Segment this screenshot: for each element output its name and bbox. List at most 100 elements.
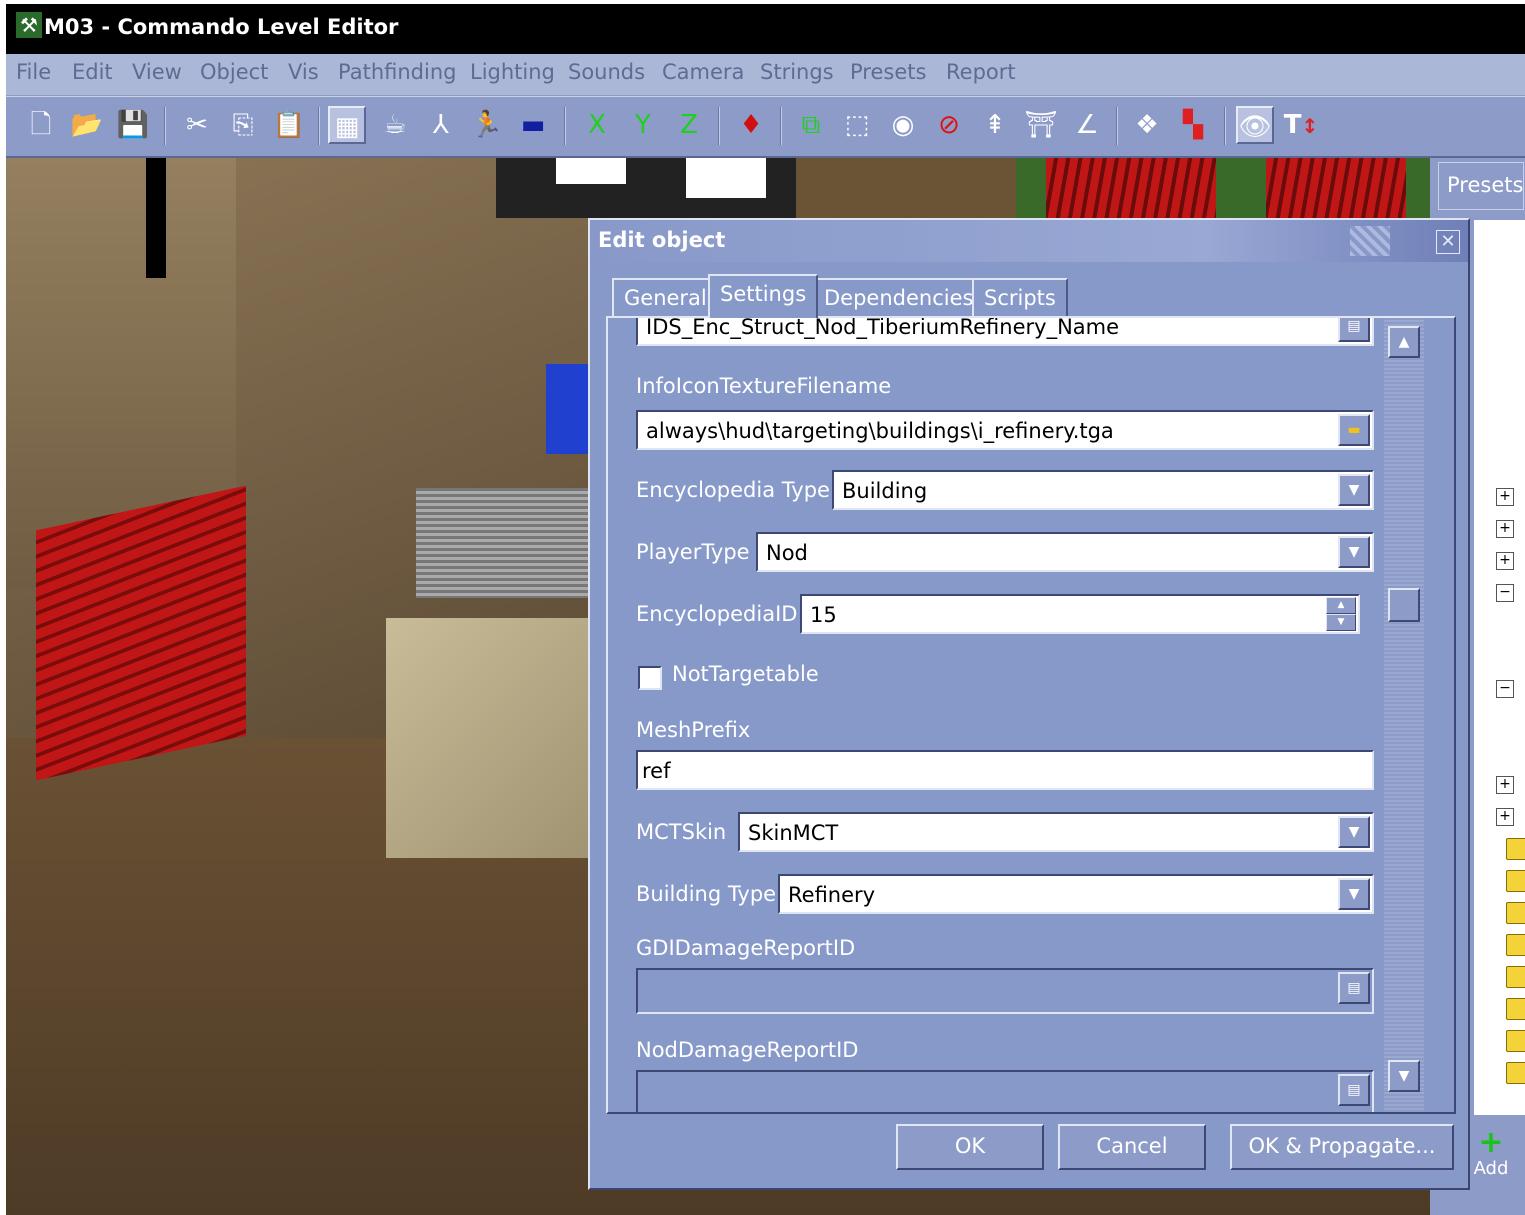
- walk-mode-icon[interactable]: 🏃: [468, 106, 506, 144]
- scroll-up-icon[interactable]: ▲: [1388, 326, 1420, 358]
- string-picker-icon[interactable]: ▤: [1338, 1074, 1370, 1106]
- menu-strings[interactable]: Strings: [760, 60, 834, 84]
- new-file-icon[interactable]: 🗋: [22, 106, 60, 144]
- folder-icon[interactable]: [1506, 870, 1525, 892]
- menu-edit[interactable]: Edit: [72, 60, 113, 84]
- player-type-select[interactable]: Nod ▼: [756, 532, 1374, 572]
- menu-file[interactable]: File: [16, 60, 51, 84]
- info-icon-field[interactable]: always\hud\targeting\buildings\i_refiner…: [636, 410, 1374, 450]
- folder-icon[interactable]: [1506, 1062, 1525, 1084]
- camera-eye-icon[interactable]: ◉: [884, 106, 922, 144]
- rgb-blocks-icon[interactable]: ▚: [1174, 106, 1212, 144]
- teapot-icon[interactable]: ☕: [376, 106, 414, 144]
- text-tool-icon[interactable]: T↕: [1282, 106, 1320, 144]
- tree-expand-icon[interactable]: +: [1496, 776, 1514, 794]
- tab-settings[interactable]: Settings: [708, 274, 819, 318]
- terrain-icon[interactable]: ▬: [514, 106, 552, 144]
- menu-pathfinding[interactable]: Pathfinding: [338, 60, 456, 84]
- green-cube-icon[interactable]: ⧉: [792, 106, 830, 144]
- chevron-down-icon[interactable]: ▼: [1338, 474, 1370, 506]
- scene-white-block: [686, 158, 766, 198]
- window-title: M03 - Commando Level Editor: [44, 15, 399, 39]
- dialog-title-bar[interactable]: Edit object: [590, 220, 1468, 262]
- y-axis-lock-icon[interactable]: Y: [624, 106, 662, 144]
- folder-icon[interactable]: [1506, 934, 1525, 956]
- ok-button[interactable]: OK: [896, 1124, 1044, 1170]
- encyclopedia-type-select[interactable]: Building ▼: [832, 470, 1374, 510]
- gdi-damage-field[interactable]: ▤: [636, 968, 1374, 1014]
- bridge-icon[interactable]: ⛩: [1022, 106, 1060, 144]
- drop-icon[interactable]: ♦: [732, 106, 770, 144]
- cut-icon[interactable]: ✂: [178, 106, 216, 144]
- menu-vis[interactable]: Vis: [288, 60, 319, 84]
- tree-expand-icon[interactable]: +: [1496, 520, 1514, 538]
- folder-browse-icon[interactable]: ▬: [1338, 414, 1370, 446]
- menu-report[interactable]: Report: [946, 60, 1016, 84]
- folder-icon[interactable]: [1506, 998, 1525, 1020]
- spin-down-icon[interactable]: ▼: [1326, 614, 1356, 631]
- z-axis-lock-icon[interactable]: Z: [670, 106, 708, 144]
- cancel-button[interactable]: Cancel: [1058, 1124, 1206, 1170]
- presets-tab[interactable]: Presets: [1438, 162, 1524, 210]
- info-icon-value: always\hud\targeting\buildings\i_refiner…: [646, 419, 1114, 443]
- wire-cube-icon[interactable]: ⬚: [838, 106, 876, 144]
- tree-expand-icon[interactable]: +: [1496, 488, 1514, 506]
- save-icon[interactable]: 💾: [114, 106, 152, 144]
- close-icon[interactable]: ✕: [1436, 230, 1460, 254]
- toolbar-separator: [780, 107, 782, 145]
- menu-view[interactable]: View: [132, 60, 182, 84]
- mct-skin-value: SkinMCT: [748, 821, 839, 845]
- no-entry-icon[interactable]: ⊘: [930, 106, 968, 144]
- string-picker-icon[interactable]: ▤: [1338, 318, 1370, 342]
- encyclopedia-id-spinner[interactable]: 15 ▲ ▼: [800, 594, 1360, 634]
- axis-gizmo-icon[interactable]: ⅄: [422, 106, 460, 144]
- nod-damage-field[interactable]: ▤: [636, 1070, 1374, 1112]
- colored-cubes-icon[interactable]: ❖: [1128, 106, 1166, 144]
- chevron-down-icon[interactable]: ▼: [1338, 878, 1370, 910]
- scroll-down-icon[interactable]: ▼: [1388, 1060, 1420, 1092]
- select-mode-icon[interactable]: ▦: [328, 106, 366, 144]
- toolbar-separator: [564, 107, 566, 145]
- tab-general[interactable]: General: [612, 278, 719, 316]
- tree-expand-icon[interactable]: +: [1496, 808, 1514, 826]
- tree-collapse-icon[interactable]: −: [1496, 680, 1514, 698]
- ok-propagate-button[interactable]: OK & Propagate...: [1230, 1124, 1454, 1170]
- mct-skin-select[interactable]: SkinMCT ▼: [738, 812, 1374, 852]
- folder-icon[interactable]: [1506, 966, 1525, 988]
- tree-collapse-icon[interactable]: −: [1496, 584, 1514, 602]
- string-picker-icon[interactable]: ▤: [1338, 972, 1370, 1004]
- name-string-field[interactable]: IDS_Enc_Struct_Nod_TiberiumRefinery_Name…: [636, 318, 1374, 346]
- menu-object[interactable]: Object: [200, 60, 268, 84]
- copy-icon[interactable]: ⎘: [224, 106, 262, 144]
- x-axis-lock-icon[interactable]: X: [578, 106, 616, 144]
- scene-blue-object: [546, 364, 592, 454]
- vertical-scrollbar[interactable]: ▲ ▼: [1384, 318, 1424, 1112]
- building-type-label: Building Type: [636, 882, 777, 906]
- scene-slot: [146, 158, 166, 278]
- stairs-icon[interactable]: ⇞: [976, 106, 1014, 144]
- open-folder-icon[interactable]: 📂: [68, 106, 106, 144]
- menu-presets[interactable]: Presets: [850, 60, 926, 84]
- view-eye-icon[interactable]: 👁: [1236, 106, 1274, 144]
- folder-icon[interactable]: [1506, 902, 1525, 924]
- chevron-down-icon[interactable]: ▼: [1338, 816, 1370, 848]
- paste-icon[interactable]: 📋: [270, 106, 308, 144]
- spin-up-icon[interactable]: ▲: [1326, 597, 1356, 614]
- tab-dependencies[interactable]: Dependencies: [812, 278, 986, 316]
- not-targetable-checkbox[interactable]: [638, 666, 662, 690]
- menu-camera[interactable]: Camera: [662, 60, 744, 84]
- mesh-prefix-input[interactable]: ref: [636, 750, 1374, 790]
- app-icon: ⚒: [16, 12, 42, 38]
- add-preset-button[interactable]: + Add: [1468, 1128, 1514, 1180]
- chevron-down-icon[interactable]: ▼: [1338, 536, 1370, 568]
- building-type-select[interactable]: Refinery ▼: [778, 874, 1374, 914]
- tab-scripts[interactable]: Scripts: [972, 278, 1068, 316]
- tree-expand-icon[interactable]: +: [1496, 552, 1514, 570]
- folder-icon[interactable]: [1506, 1030, 1525, 1052]
- folder-icon[interactable]: [1506, 838, 1525, 860]
- angle-icon[interactable]: ∠: [1068, 106, 1106, 144]
- presets-tree[interactable]: + + + − − + +: [1474, 220, 1525, 1115]
- menu-sounds[interactable]: Sounds: [568, 60, 645, 84]
- menu-lighting[interactable]: Lighting: [470, 60, 555, 84]
- scroll-thumb[interactable]: [1388, 588, 1420, 622]
